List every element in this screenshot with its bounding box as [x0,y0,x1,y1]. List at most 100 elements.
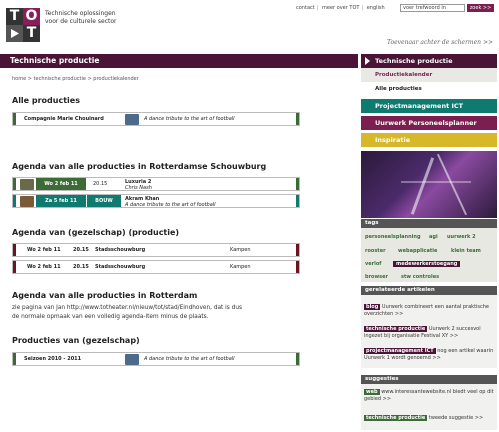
contact-link[interactable]: contact [296,5,315,11]
production-desc: A dance tribute to the art of football [144,116,235,122]
row-marker [13,195,16,207]
tagline-line: Technische oplossingen [45,10,116,17]
agenda-row[interactable]: Wo 2 feb 11 20.15 Stadsschouwburg Kampen [12,243,300,257]
production-thumbnail [125,354,139,365]
agenda-venue: Stadsschouwburg [95,264,146,270]
about-link[interactable]: meer over TOT [322,5,359,11]
logo-letter: O [23,8,40,25]
sidebar-subitem-alle-producties[interactable]: Alle producties [361,82,497,96]
search-input[interactable]: voer trefwoord in [400,4,465,12]
suggestions: suggesties web www.interessantewebsite.n… [361,375,497,430]
text-line: zie pagina van Jan http://www.totheater.… [12,305,243,311]
row-marker [13,178,16,190]
page-title: Technische productie [0,54,358,68]
agenda-info: Akram Khan A dance tribute to the art of… [125,196,216,208]
production-row[interactable]: Compagnie Marie Chouinard A dance tribut… [12,112,300,126]
english-link[interactable]: english [367,5,385,11]
sidebar-item-uurwerk[interactable]: Uurwerk Personeelsplanner [361,116,497,130]
agenda-venue: Stadsschouwburg [95,247,146,253]
agenda-subtitle: A dance tribute to the art of football [125,202,216,208]
section-text: zie pagina van Jan http://www.totheater.… [12,304,312,322]
suggestion-link[interactable]: www.interessantewebsite.nl biedt veel op… [364,389,494,402]
tag-link[interactable]: uurwerk 2 [447,234,476,240]
tag-link[interactable]: medewerkerstoegang [393,261,461,267]
season-row[interactable]: Seizoen 2010 - 2011 A dance tribute to t… [12,352,300,366]
article-item[interactable]: technische productie Uurwerk 2 succesvol… [364,326,494,340]
section-heading: Alle producties [12,96,80,105]
production-thumbnail [125,114,139,125]
sidebar-subitem-productiekalender[interactable]: Productiekalender [361,68,497,82]
article-category: projectmanagement ICT [364,348,436,354]
search-button[interactable]: zoek >> [467,4,494,12]
row-marker [296,178,299,190]
season-label: Seizoen 2010 - 2011 [24,356,82,362]
row-marker [296,113,299,125]
tag-link[interactable]: personeelsplanning [365,234,421,240]
section-heading: Agenda van (gezelschap) (productie) [12,228,180,237]
tag-link[interactable]: browser [365,274,388,280]
tagline: Technische oplossingen voor de culturele… [45,10,117,26]
play-icon [6,25,23,42]
row-marker [296,353,299,365]
suggestion-item[interactable]: technische productie tweede suggestie >> [364,415,494,422]
agenda-row[interactable]: Za 5 feb 11 BOUW Akram Khan A dance trib… [12,194,300,208]
sidebar-nav: Technische productie Productiekalender A… [361,54,497,147]
row-marker [13,244,16,256]
article-category: technische productie [364,326,428,332]
logo[interactable]: T O T [6,8,40,42]
tags-heading: tags [361,219,497,228]
suggestion-link[interactable]: tweede suggestie >> [429,415,483,421]
company-name: Compagnie Marie Chouinard [24,116,104,122]
suggestion-category: technische productie [364,415,428,421]
tag-link[interactable]: klein team [451,248,481,254]
suggestions-heading: suggesties [361,375,497,384]
row-marker [13,113,16,125]
suggestion-category: web [364,389,380,395]
section-heading: Agenda van alle producties in Rotterdam [12,291,198,300]
agenda-time: 20.15 [93,181,108,187]
tag-link[interactable]: stw controles [401,274,439,280]
agenda-room: Kampen [230,264,251,270]
sidebar-item-inspiratie[interactable]: Inspiratie [361,133,497,147]
related-articles: gerelateerde artikelen blog Uurwerk comb… [361,286,497,368]
article-link[interactable]: Uurwerk combineert een aantal praktische… [364,304,489,317]
sidebar-item-label: Technische productie [375,57,453,65]
slogan-link[interactable]: Toevenaar achter de schermen >> [387,39,493,46]
agenda-date: Wo 2 feb 11 [27,247,61,253]
row-marker [296,244,299,256]
arrow-right-icon [365,57,370,65]
row-marker [296,195,299,207]
agenda-date: Za 5 feb 11 [36,195,86,207]
suggestion-item[interactable]: web www.interessantewebsite.nl biedt vee… [364,389,494,403]
sidebar-item-projectmanagement[interactable]: Projectmanagement ICT [361,99,497,113]
article-category: blog [364,304,381,310]
row-marker [13,353,16,365]
tag-link[interactable]: rooster [365,248,386,254]
production-desc: A dance tribute to the art of football [144,356,235,362]
articles-heading: gerelateerde artikelen [361,286,497,295]
tag-link[interactable]: webapplicatie [398,248,437,254]
text-line: de normale opmaak van een volledig agend… [12,314,209,320]
row-marker [296,261,299,273]
inspiration-photo [361,151,497,218]
agenda-subtitle: Chris Nash [125,185,152,191]
agenda-label: BOUW [87,195,121,207]
article-item[interactable]: blog Uurwerk combineert een aantal prakt… [364,304,494,318]
agenda-date: Wo 2 feb 11 [27,264,61,270]
production-thumbnail [20,179,34,190]
agenda-row[interactable]: Wo 2 feb 11 20.15 Luxuria 2 Chris Nash [12,177,300,191]
sidebar-item-technische-productie[interactable]: Technische productie [361,54,497,68]
tagline-line: voor de culturele sector [45,18,117,25]
row-marker [13,261,16,273]
agenda-room: Kampen [230,247,251,253]
article-item[interactable]: projectmanagement ICT nog een artikel wa… [364,348,494,362]
agenda-info: Luxuria 2 Chris Nash [125,179,152,191]
tag-cloud: tags personeelsplanning agi uurwerk 2 ro… [361,219,497,282]
tag-link[interactable]: verlof [365,261,381,267]
top-links: contact | meer over TOT | english [296,5,385,11]
agenda-row[interactable]: Wo 2 feb 11 20.15 Stadsschouwburg Kampen [12,260,300,274]
breadcrumb[interactable]: home > technische productie > productiek… [12,76,139,82]
tag-link[interactable]: agi [429,234,438,240]
agenda-date: Wo 2 feb 11 [36,178,86,190]
section-heading: Producties van (gezelschap) [12,336,140,345]
